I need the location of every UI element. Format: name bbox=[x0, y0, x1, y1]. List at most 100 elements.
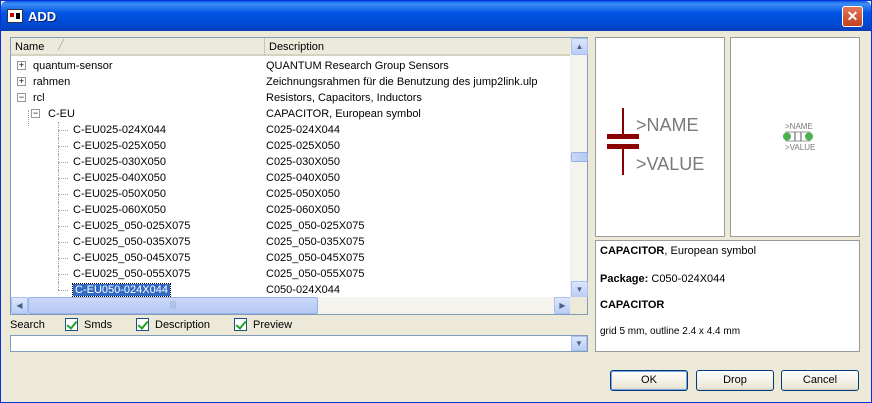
collapse-icon[interactable]: − bbox=[31, 109, 40, 118]
tree-row[interactable]: − rcl Resistors, Capacitors, Inductors bbox=[11, 90, 571, 106]
info-title: CAPACITOR, European symbol bbox=[600, 245, 757, 257]
scroll-right-button[interactable]: ▶ bbox=[554, 297, 571, 314]
tree-row[interactable]: C-EU025_050-045X075 C025_050-045X075 bbox=[11, 250, 571, 266]
tree-row-description: C025-040X050 bbox=[266, 172, 341, 184]
tree-row-description: QUANTUM Research Group Sensors bbox=[266, 60, 449, 72]
ok-button[interactable]: OK bbox=[610, 370, 688, 391]
preview-checkbox[interactable] bbox=[234, 318, 247, 331]
tree-connector bbox=[58, 282, 59, 290]
tree-row[interactable]: C-EU025_050-025X075 C025_050-025X075 bbox=[11, 218, 571, 234]
tree-row[interactable]: C-EU050-024X044 C050-024X044 bbox=[11, 282, 571, 298]
tree-connector bbox=[58, 266, 59, 282]
symbol-preview: >NAME >VALUE bbox=[595, 37, 725, 237]
info-detail: grid 5 mm, outline 2.4 x 4.4 mm bbox=[600, 326, 741, 337]
tree-row-name: C-EU025-030X050 bbox=[73, 156, 166, 168]
expand-icon[interactable]: + bbox=[17, 61, 26, 70]
scroll-corner bbox=[570, 297, 587, 314]
tree-row-name: C-EU050-024X044 bbox=[72, 283, 171, 297]
tree-connector bbox=[58, 138, 59, 154]
tree-row[interactable]: + rahmen Zeichnungsrahmen für die Benutzun… bbox=[11, 74, 571, 90]
info-package: Package: C050-024X044 bbox=[600, 273, 726, 285]
tree-row-description: C025-060X050 bbox=[266, 204, 341, 216]
tree-row[interactable]: C-EU025-030X050 C025-030X050 bbox=[11, 154, 571, 170]
tree-row-name: C-EU025-040X050 bbox=[73, 172, 166, 184]
tree-row-name: C-EU025-025X050 bbox=[73, 140, 166, 152]
tree-row[interactable]: − C-EU CAPACITOR, European symbol bbox=[11, 106, 571, 122]
tree-connector bbox=[58, 178, 68, 179]
tree-connector bbox=[58, 274, 68, 275]
tree-row-name: C-EU bbox=[48, 108, 75, 120]
tree-row-description: C025-024X044 bbox=[266, 124, 341, 136]
tree-connector bbox=[58, 194, 68, 195]
tree-row[interactable]: C-EU025_050-035X075 C025_050-035X075 bbox=[11, 234, 571, 250]
cancel-button[interactable]: Cancel bbox=[781, 370, 859, 391]
horizontal-scrollbar[interactable]: ◀ ||| ▶ bbox=[11, 297, 571, 314]
symbol-value-text: >VALUE bbox=[636, 154, 704, 174]
scroll-down-button[interactable]: ▼ bbox=[571, 281, 588, 298]
search-input[interactable]: ▼ bbox=[10, 335, 588, 352]
app-icon bbox=[7, 9, 23, 23]
tree-row-description: C025-030X050 bbox=[266, 156, 341, 168]
sort-icon: ╱ bbox=[58, 40, 65, 51]
symbol-name-text: >NAME bbox=[636, 115, 699, 135]
tree-connector bbox=[58, 234, 59, 250]
tree-row[interactable]: C-EU025_050-055X075 C025_050-055X075 bbox=[11, 266, 571, 282]
description-checkbox[interactable] bbox=[136, 318, 149, 331]
window-title: ADD bbox=[28, 9, 57, 24]
tree-connector bbox=[58, 210, 68, 211]
vertical-scrollbar[interactable]: ▲ ▼ bbox=[570, 38, 588, 298]
tree-connector bbox=[28, 110, 29, 126]
search-label: Search bbox=[10, 319, 45, 331]
tree-row-description: Resistors, Capacitors, Inductors bbox=[266, 92, 422, 104]
tree-connector bbox=[58, 146, 68, 147]
column-description-header[interactable]: Description bbox=[265, 38, 571, 55]
description-label[interactable]: Description bbox=[155, 319, 210, 331]
tree-connector bbox=[58, 186, 59, 202]
column-name-label: Name bbox=[15, 41, 45, 53]
title-bar[interactable]: ADD ✕ bbox=[1, 1, 871, 31]
tree-row-description: CAPACITOR, European symbol bbox=[266, 108, 421, 120]
tree-row[interactable]: C-EU025-024X044 C025-024X044 bbox=[11, 122, 571, 138]
tree-row-name: C-EU025_050-045X075 bbox=[73, 252, 191, 264]
info-heading: CAPACITOR bbox=[600, 299, 665, 311]
package-value-text: >VALUE bbox=[785, 143, 815, 152]
chevron-down-icon[interactable]: ▼ bbox=[571, 336, 587, 351]
vertical-scroll-thumb[interactable] bbox=[571, 152, 588, 162]
smds-label[interactable]: Smds bbox=[84, 319, 112, 331]
tree-connector bbox=[58, 290, 68, 291]
tree-row-description: C025_050-035X075 bbox=[266, 236, 365, 248]
tree-row-description: C050-024X044 bbox=[266, 284, 341, 296]
scroll-up-button[interactable]: ▲ bbox=[571, 38, 588, 55]
scroll-left-button[interactable]: ◀ bbox=[11, 297, 28, 314]
package-preview: >NAME >VALUE bbox=[730, 37, 860, 237]
smds-checkbox[interactable] bbox=[65, 318, 78, 331]
tree-connector bbox=[58, 154, 59, 170]
tree-row-description: Zeichnungsrahmen für die Benutzung des j… bbox=[266, 76, 538, 88]
tree-connector bbox=[58, 226, 68, 227]
collapse-icon[interactable]: − bbox=[17, 93, 26, 102]
tree-row-name: C-EU025-060X050 bbox=[73, 204, 166, 216]
preview-label[interactable]: Preview bbox=[253, 319, 292, 331]
tree-row-description: C025_050-025X075 bbox=[266, 220, 365, 232]
tree-connector bbox=[58, 242, 68, 243]
tree-row[interactable]: C-EU025-025X050 C025-025X050 bbox=[11, 138, 571, 154]
tree-row[interactable]: C-EU025-050X050 C025-050X050 bbox=[11, 186, 571, 202]
tree-connector bbox=[58, 122, 59, 138]
tree-row-name: C-EU025-024X044 bbox=[73, 124, 166, 136]
tree-row[interactable]: + quantum-sensor QUANTUM Research Group Se… bbox=[11, 58, 571, 74]
column-name-header[interactable]: Name ╱ bbox=[11, 38, 265, 55]
library-tree[interactable]: Name ╱ Description + quantum-sensor QUANTU… bbox=[10, 37, 588, 315]
column-header: Name ╱ Description bbox=[11, 38, 571, 56]
tree-row-name: quantum-sensor bbox=[33, 60, 113, 72]
close-button[interactable]: ✕ bbox=[842, 6, 863, 27]
tree-row-description: C025-050X050 bbox=[266, 188, 341, 200]
drop-button[interactable]: Drop bbox=[696, 370, 774, 391]
horizontal-scroll-thumb[interactable]: ||| bbox=[28, 297, 318, 314]
tree-row[interactable]: C-EU025-060X050 C025-060X050 bbox=[11, 202, 571, 218]
tree-connector bbox=[58, 218, 59, 234]
add-dialog: ADD ✕ Name ╱ Description + quantum-sensor… bbox=[0, 0, 872, 403]
capacitor-symbol-graphic: >NAME >VALUE bbox=[607, 108, 704, 175]
tree-row-description: C025_050-045X075 bbox=[266, 252, 365, 264]
tree-row[interactable]: C-EU025-040X050 C025-040X050 bbox=[11, 170, 571, 186]
expand-icon[interactable]: + bbox=[17, 77, 26, 86]
